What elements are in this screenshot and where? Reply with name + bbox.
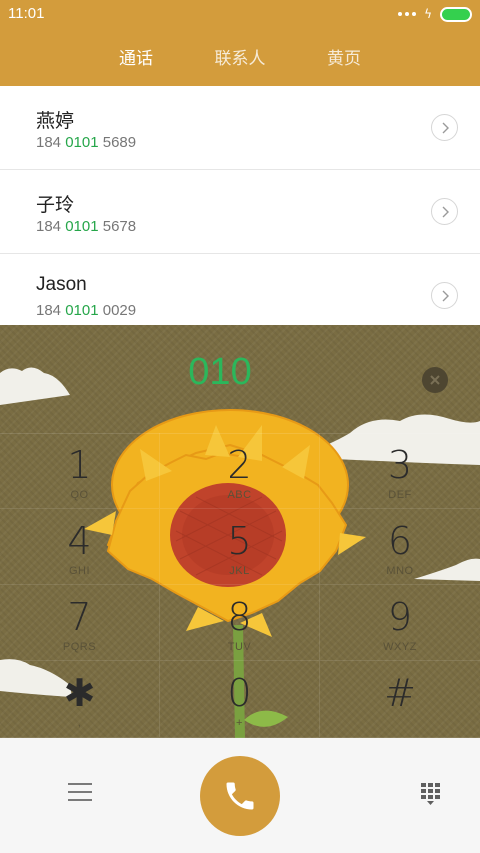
- key-hash[interactable]: #: [320, 661, 480, 738]
- contact-name: 子玲: [36, 195, 75, 216]
- chevron-right-icon[interactable]: [431, 114, 458, 141]
- contact-number: 184 0101 5689: [36, 134, 137, 151]
- key-8[interactable]: 8 TUV: [160, 585, 320, 661]
- call-button[interactable]: [200, 756, 280, 836]
- bottom-action-bar: [0, 738, 480, 853]
- match-highlight: 0101: [65, 218, 99, 235]
- key-star[interactable]: ✱,: [0, 661, 160, 738]
- key-3[interactable]: 3 DEF: [320, 433, 480, 509]
- key-0[interactable]: 0 +: [160, 661, 320, 738]
- phone-icon: [226, 782, 254, 810]
- list-item[interactable]: 子玲 184 0101 5678: [0, 170, 480, 254]
- key-2[interactable]: 2 ABC: [160, 433, 320, 509]
- tab-bar: 通话 联系人 黄页: [0, 44, 480, 69]
- dial-display: 010: [0, 325, 480, 434]
- match-highlight: 0101: [65, 134, 99, 151]
- list-item[interactable]: 燕婷 184 0101 5689: [0, 86, 480, 170]
- contact-number: 184 0101 5678: [36, 218, 137, 235]
- key-9[interactable]: 9 WXYZ: [320, 585, 480, 661]
- contact-number: 184 0101 0029: [36, 302, 137, 319]
- dialer-panel: 010 1 QO 2 ABC 3 DEF 4 GHI 5 JKL 6 MNO 7 PQRS 8…: [0, 325, 480, 738]
- key-5[interactable]: 5 JKL: [160, 509, 320, 585]
- contact-name: 燕婷: [36, 111, 75, 132]
- dial-keypad: 1 QO 2 ABC 3 DEF 4 GHI 5 JKL 6 MNO 7 PQRS 8 TUV …: [0, 433, 480, 738]
- dialed-number: 010: [188, 351, 252, 393]
- key-7[interactable]: 7 PQRS: [0, 585, 160, 661]
- key-6[interactable]: 6 MNO: [320, 509, 480, 585]
- backspace-icon[interactable]: [422, 367, 448, 393]
- contact-name: Jason: [36, 274, 87, 295]
- chevron-right-icon[interactable]: [431, 282, 458, 309]
- app-header: 11:01 ϟ 通话 联系人 黄页: [0, 0, 480, 86]
- tab-yellow-pages[interactable]: 黄页: [292, 44, 396, 69]
- status-time: 11:01: [8, 5, 45, 22]
- signal-dots-icon: [398, 12, 417, 16]
- status-icons: ϟ: [398, 5, 472, 23]
- chevron-right-icon[interactable]: [431, 198, 458, 225]
- battery-icon: [440, 6, 472, 22]
- menu-icon[interactable]: [68, 783, 92, 805]
- tab-calls[interactable]: 通话: [84, 44, 188, 69]
- charging-icon: ϟ: [424, 7, 432, 21]
- key-4[interactable]: 4 GHI: [0, 509, 160, 585]
- match-highlight: 0101: [65, 302, 99, 319]
- tab-contacts[interactable]: 联系人: [188, 44, 292, 69]
- dialpad-icon[interactable]: [420, 782, 444, 806]
- contact-match-list: 燕婷 184 0101 5689 子玲 184 0101 5678 Jason …: [0, 86, 480, 338]
- key-1[interactable]: 1 QO: [0, 433, 160, 509]
